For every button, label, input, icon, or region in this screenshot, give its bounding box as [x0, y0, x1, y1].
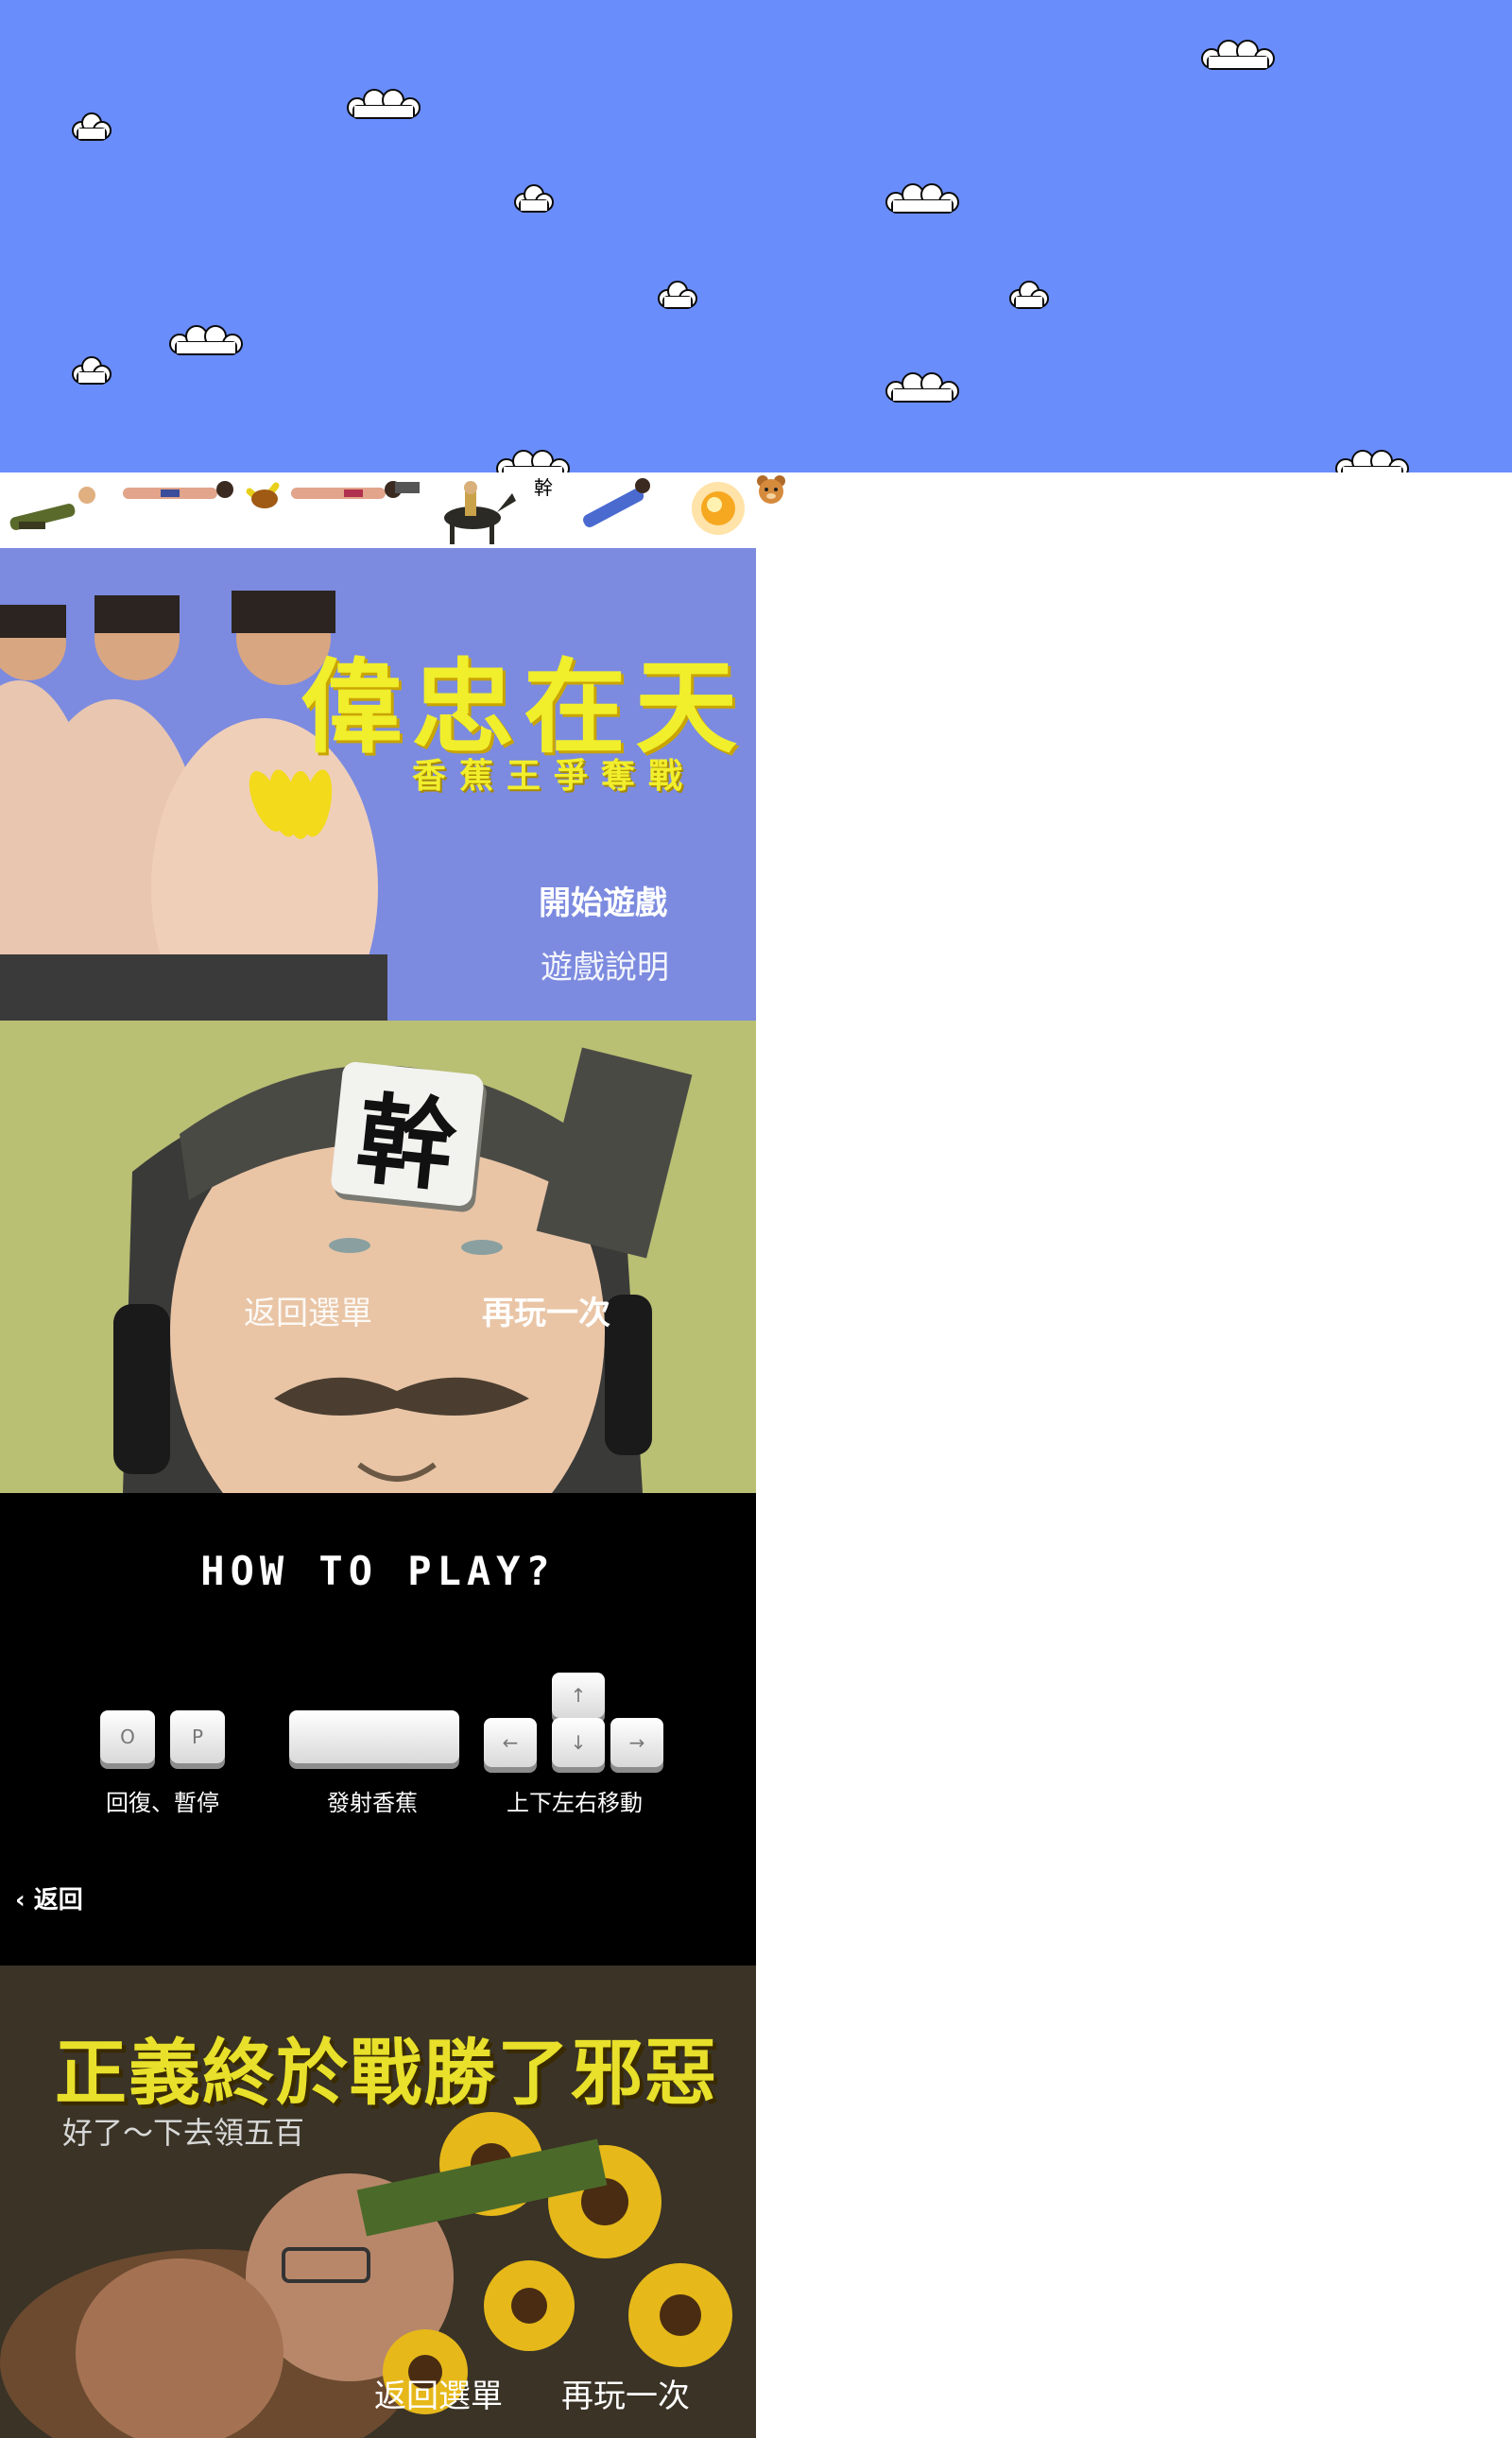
key-p: P: [170, 1710, 225, 1763]
tile-char: 幹: [351, 1079, 462, 1206]
fire-caption: 發射香蕉: [327, 1790, 418, 1816]
back-button[interactable]: ‹ 返回: [15, 1880, 83, 1915]
cloud-icon: [1005, 280, 1053, 310]
how-to-play-screen: HOW TO PLAY? O P 回復、暫停 發射香蕉 ↑ ← ↓ → 上下左右…: [0, 1493, 756, 1966]
victory-title: 正義終於戰勝了邪惡: [55, 2031, 718, 2115]
victory-screen: 正義終於戰勝了邪惡 好了～下去領五百 返回選單 再玩一次: [0, 1966, 756, 2438]
cloud-icon: [1196, 38, 1281, 72]
cloud-icon: [881, 181, 966, 215]
horse-rider-sprite-icon: [444, 481, 516, 544]
arrow-right-key: →: [610, 1718, 663, 1767]
sprite-sheet: [0, 472, 788, 548]
how-to-play-button[interactable]: 遊戲說明: [541, 941, 669, 987]
arrow-up-key: ↑: [552, 1673, 605, 1718]
back-to-menu-button[interactable]: 返回選單: [244, 1287, 372, 1333]
arrow-left-key: ←: [484, 1718, 537, 1767]
cloud-icon: [68, 112, 115, 142]
chevron-left-icon: ‹: [15, 1886, 26, 1914]
arrow-down-key: ↓: [552, 1718, 605, 1767]
sprite-label: 幹: [534, 476, 553, 499]
flying-man-sprite-icon: [291, 481, 420, 499]
coconut-icon: [251, 489, 278, 508]
spacebar-key: [289, 1710, 459, 1763]
move-caption: 上下左右移動: [507, 1790, 643, 1816]
cloud-icon: [164, 323, 249, 357]
pause-caption: 回復、暫停: [106, 1790, 219, 1816]
soldier-sprite-icon: [9, 487, 95, 530]
play-again-button[interactable]: 再玩一次: [561, 2370, 690, 2416]
start-game-button[interactable]: 開始遊戲: [539, 877, 667, 923]
bear-icon: [757, 475, 785, 504]
cloud-icon: [342, 87, 427, 121]
play-again-button[interactable]: 再玩一次: [482, 1287, 610, 1333]
back-label: 返回: [33, 1886, 83, 1914]
cloud-icon: [510, 183, 558, 214]
cloud-icon: [881, 370, 966, 404]
cloud-icon: [1331, 448, 1416, 472]
how-to-play-title: HOW TO PLAY?: [200, 1548, 556, 1594]
shirtless-men-image: [0, 591, 387, 1021]
flying-man-sprite-icon: [123, 481, 233, 499]
cloud-icon: [654, 280, 701, 310]
game-over-screen: 幹 返回選單 再玩一次: [0, 1021, 756, 1493]
back-to-menu-button[interactable]: 返回選單: [374, 2370, 503, 2416]
victory-subtitle: 好了～下去領五百: [62, 2115, 305, 2151]
explosion-icon: [692, 482, 745, 535]
cloud-icon: [491, 448, 576, 472]
key-o: O: [100, 1710, 155, 1763]
game-subtitle: 香蕉王爭奪戰: [412, 756, 696, 796]
cloud-icon: [68, 355, 115, 386]
title-screen: 偉忠在天 香蕉王爭奪戰 開始遊戲 遊戲說明: [0, 548, 756, 1021]
sky-background: [0, 0, 1512, 472]
diving-man-sprite-icon: [583, 478, 650, 527]
tile-character: 幹: [330, 1060, 485, 1208]
